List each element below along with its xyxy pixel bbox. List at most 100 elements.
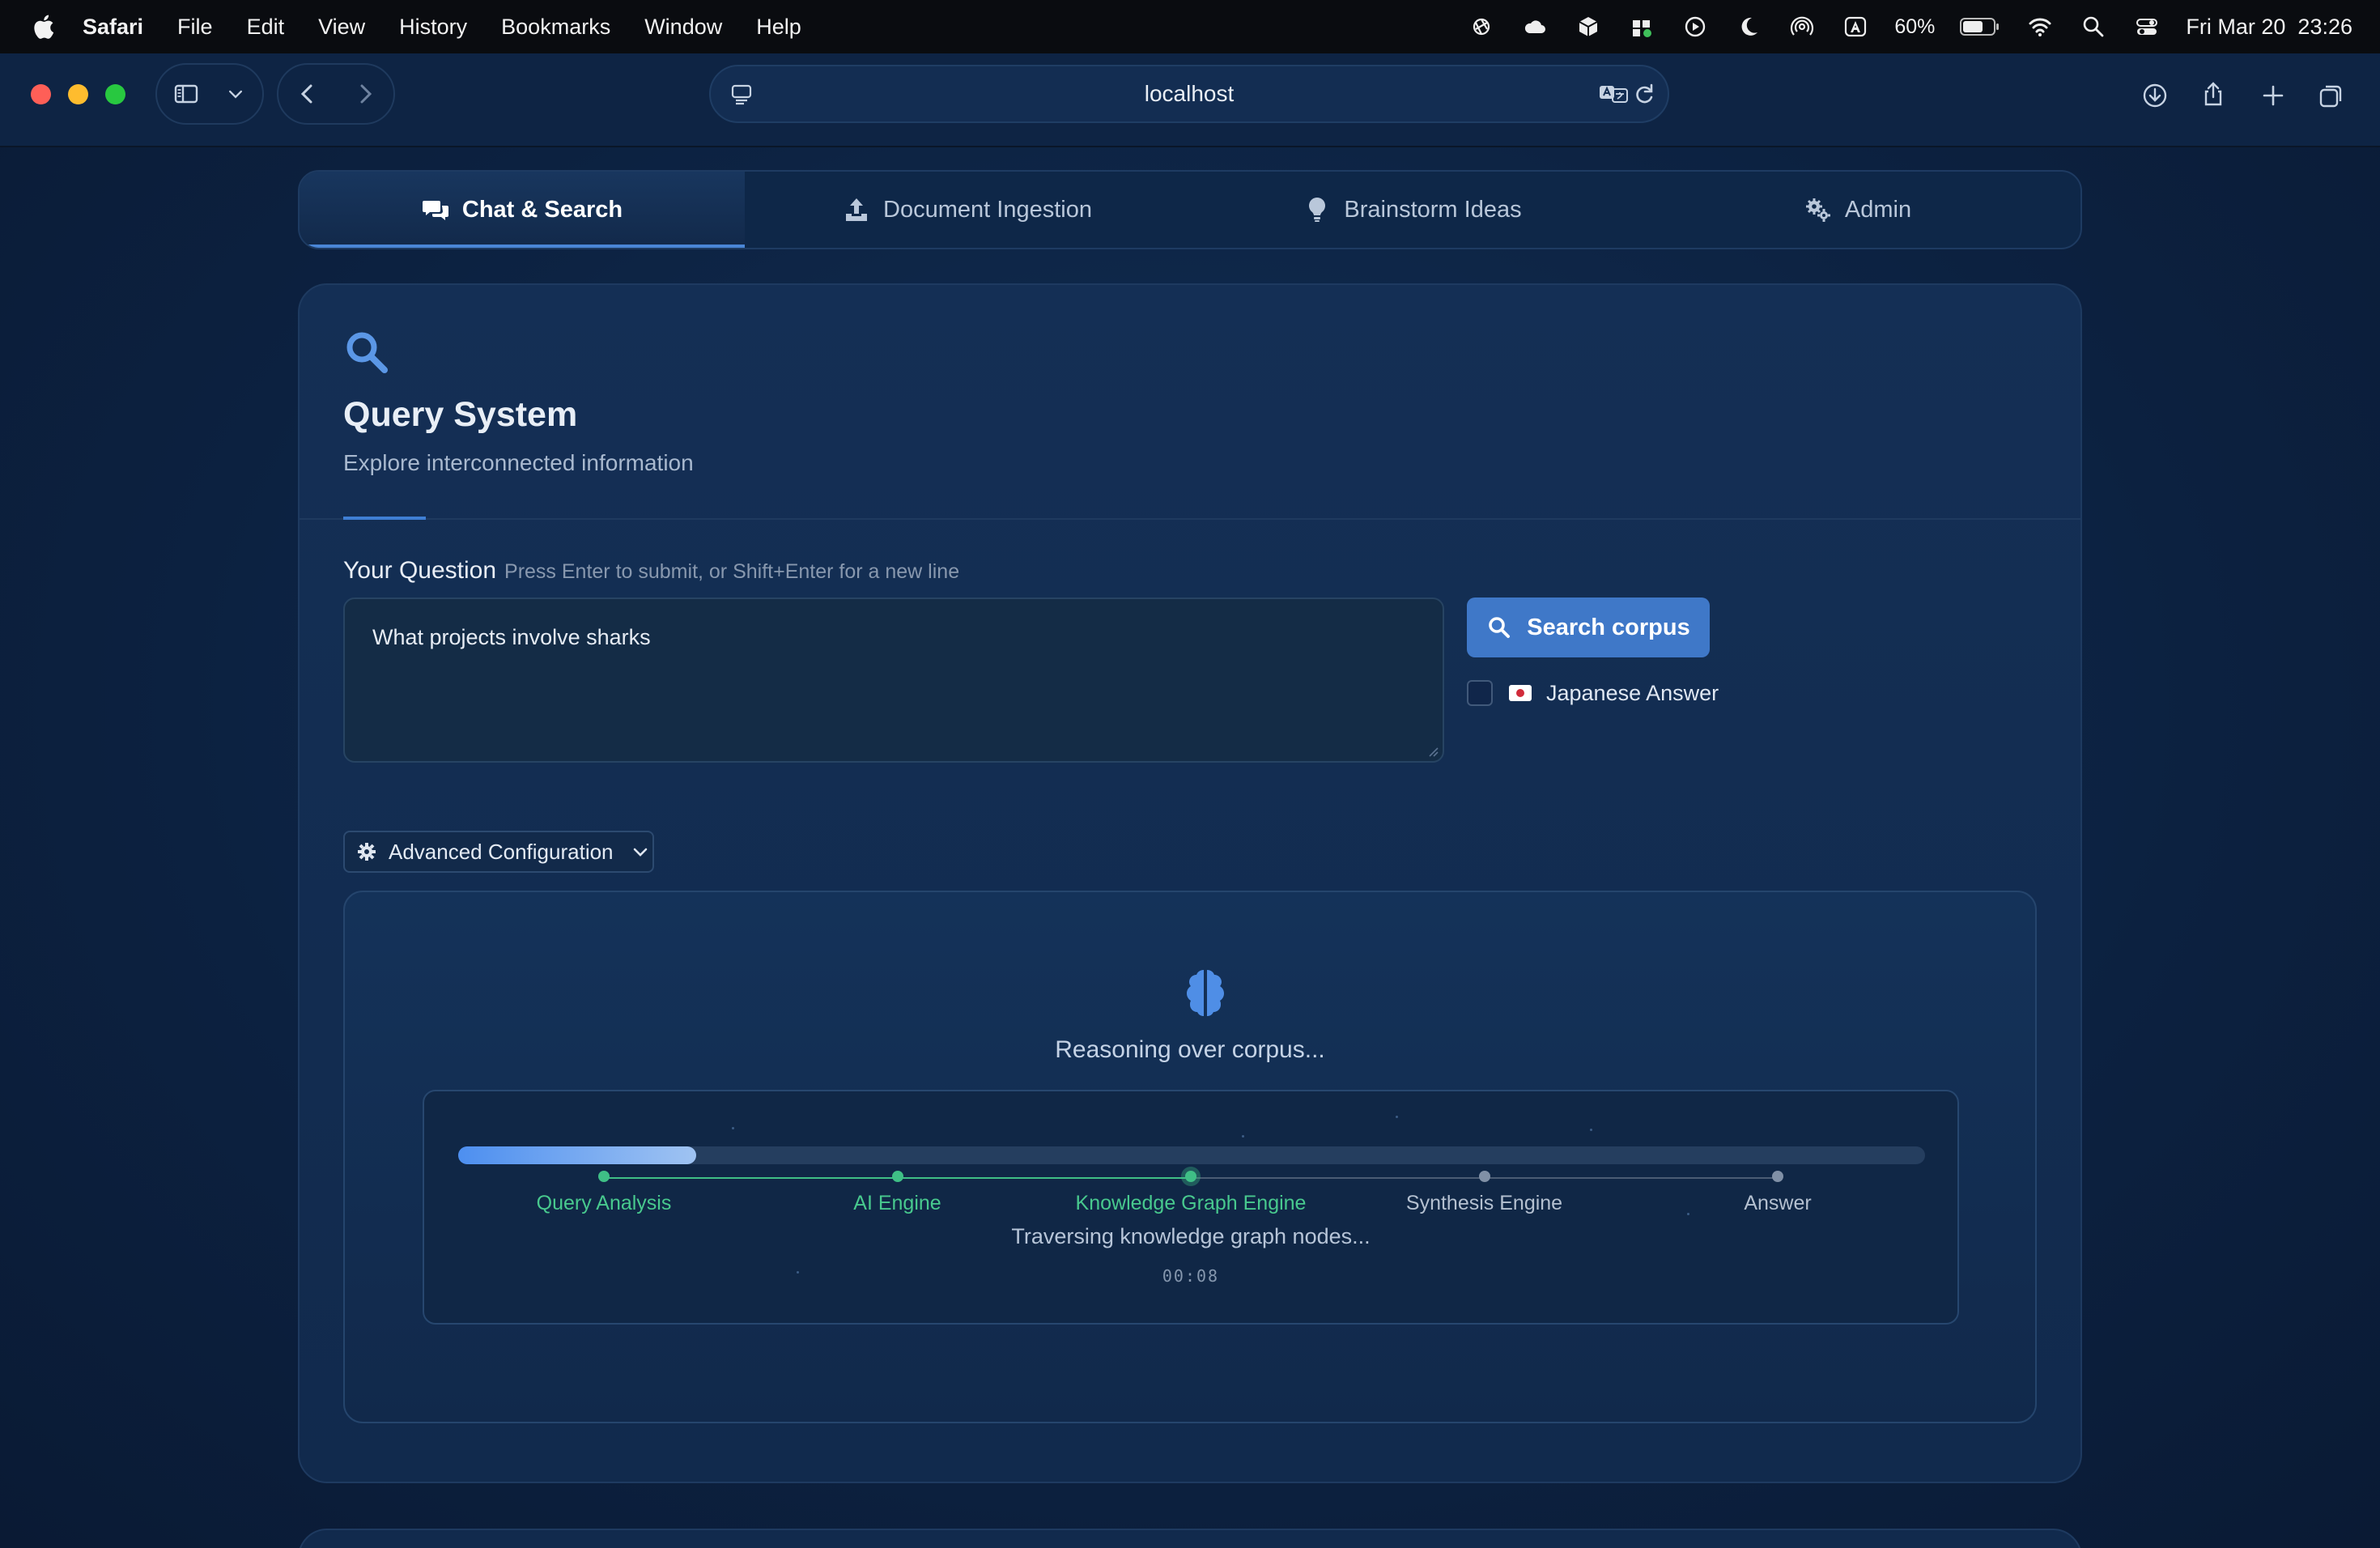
wifi-icon[interactable]: [2025, 12, 2055, 41]
title-underline: [343, 517, 426, 520]
tab-document-ingestion[interactable]: Document Ingestion: [745, 172, 1190, 248]
macos-menu-bar: Safari File Edit View History Bookmarks …: [0, 0, 2380, 53]
reasoning-heading: Reasoning over corpus...: [1055, 1036, 1325, 1063]
cogs-icon: [1805, 198, 1830, 222]
advanced-configuration-toggle[interactable]: Advanced Configuration: [343, 831, 654, 873]
airdrop-icon[interactable]: [1787, 12, 1817, 41]
question-hint: Press Enter to submit, or Shift+Enter fo…: [504, 560, 960, 583]
query-card: Query System Explore interconnected info…: [298, 283, 2082, 1483]
reasoning-panel: Reasoning over corpus... Query Analysis A…: [343, 891, 2037, 1423]
progress-bar: [458, 1146, 1925, 1164]
sidebar-icon[interactable]: [157, 80, 215, 108]
stage-label: Synthesis Engine: [1405, 1192, 1563, 1214]
decorative-dot: [732, 1127, 734, 1129]
pipeline-stage: Query Analysis: [482, 1171, 725, 1215]
menu-history[interactable]: History: [399, 15, 467, 40]
gift-icon[interactable]: [1627, 12, 1656, 41]
japanese-answer-checkbox[interactable]: [1467, 680, 1493, 706]
pipeline-stage: AI Engine: [776, 1171, 1019, 1215]
browser-toolbar: localhost: [0, 53, 2380, 147]
tab-label: Admin: [1844, 196, 1912, 223]
menu-window[interactable]: Window: [644, 15, 722, 40]
progress-bar-fill: [458, 1146, 696, 1164]
translate-icon[interactable]: [1598, 81, 1629, 108]
page-subtitle: Explore interconnected information: [343, 450, 694, 475]
downloads-icon[interactable]: [2137, 78, 2173, 113]
chevron-down-icon[interactable]: [215, 83, 256, 104]
stage-status-dot: [1478, 1171, 1490, 1182]
pipeline-progress: Query Analysis AI Engine Knowledge Graph E…: [423, 1090, 1959, 1325]
menu-bookmarks[interactable]: Bookmarks: [501, 15, 610, 40]
comments-icon: [422, 201, 448, 220]
forward-arrow-icon[interactable]: [336, 80, 393, 108]
play-icon[interactable]: [1681, 12, 1710, 41]
close-window-button[interactable]: [31, 84, 51, 104]
openai-icon[interactable]: [1467, 12, 1496, 41]
menu-edit[interactable]: Edit: [247, 15, 285, 40]
pipeline-stage: Knowledge Graph Engine: [1069, 1171, 1312, 1215]
apple-icon[interactable]: [31, 13, 55, 40]
minimize-window-button[interactable]: [68, 84, 88, 104]
resize-grip-icon[interactable]: [1426, 745, 1439, 758]
pipeline-stage: Synthesis Engine: [1363, 1171, 1606, 1215]
progress-status: Traversing knowledge graph nodes...: [1011, 1224, 1371, 1248]
japanese-answer-label[interactable]: Japanese Answer: [1546, 681, 1719, 706]
keyboard-a-icon[interactable]: [1841, 12, 1870, 41]
tab-label: Document Ingestion: [883, 196, 1092, 223]
question-textarea[interactable]: What projects involve sharks: [343, 598, 1444, 763]
stage-status-dot: [1772, 1171, 1783, 1182]
address-bar[interactable]: localhost: [709, 65, 1669, 123]
pipeline-stage: Answer: [1656, 1171, 1899, 1215]
main-tabs: Chat & Search Document Ingestion Brainst…: [298, 170, 2082, 249]
new-tab-icon[interactable]: [2255, 78, 2291, 113]
battery-percent: 60%: [1894, 15, 1936, 38]
menu-help[interactable]: Help: [756, 15, 801, 40]
menu-clock[interactable]: Fri Mar 20 23:26: [2186, 15, 2352, 40]
question-label-row: Your Question Press Enter to submit, or …: [343, 557, 959, 585]
tab-chat-search[interactable]: Chat & Search: [300, 172, 745, 248]
share-icon[interactable]: [2195, 76, 2231, 112]
navigation-group: [277, 63, 395, 125]
question-label: Your Question: [343, 557, 497, 584]
japanese-answer-option: Japanese Answer: [1467, 680, 1719, 706]
question-text: What projects involve sharks: [372, 625, 651, 649]
box-icon[interactable]: [1574, 12, 1603, 41]
search-corpus-button[interactable]: Search corpus: [1467, 598, 1710, 657]
url-text[interactable]: localhost: [711, 66, 1668, 121]
page-title: Query System: [343, 395, 578, 434]
results-card: [298, 1529, 2082, 1548]
control-center-icon[interactable]: [2132, 12, 2161, 41]
reload-icon[interactable]: [1630, 81, 1658, 108]
tab-admin[interactable]: Admin: [1635, 172, 2080, 248]
menu-view[interactable]: View: [318, 15, 365, 40]
cloud-icon[interactable]: [1520, 12, 1549, 41]
menu-file[interactable]: File: [177, 15, 213, 40]
decorative-dot: [1396, 1116, 1398, 1118]
query-card-header: Query System Explore interconnected info…: [300, 285, 2080, 520]
battery-icon[interactable]: [1959, 12, 2001, 41]
tab-label: Brainstorm Ideas: [1344, 196, 1522, 223]
tab-brainstorm-ideas[interactable]: Brainstorm Ideas: [1190, 172, 1635, 248]
stage-label: Query Analysis: [536, 1192, 672, 1214]
menu-app-name[interactable]: Safari: [83, 15, 143, 40]
tab-overview-icon[interactable]: [2314, 78, 2349, 113]
search-icon: [346, 332, 388, 373]
lightbulb-icon: [1309, 198, 1326, 222]
moon-icon[interactable]: [1734, 12, 1763, 41]
decorative-dot: [1590, 1129, 1592, 1131]
page-content: Chat & Search Document Ingestion Brainst…: [0, 147, 2380, 1548]
search-icon: [1489, 617, 1511, 638]
back-arrow-icon[interactable]: [278, 80, 336, 108]
elapsed-timer: 00:08: [1162, 1266, 1220, 1286]
stage-label: Answer: [1744, 1192, 1812, 1214]
spotlight-search-icon[interactable]: [2079, 12, 2108, 41]
zoom-window-button[interactable]: [105, 84, 125, 104]
brain-icon: [1187, 970, 1224, 1016]
upload-icon: [846, 198, 868, 221]
tab-label: Chat & Search: [461, 196, 623, 223]
advanced-configuration-label: Advanced Configuration: [389, 839, 614, 864]
decorative-dot: [1242, 1135, 1244, 1138]
gear-icon: [358, 843, 376, 861]
sidebar-toggle-group: [155, 63, 264, 125]
stage-status-dot: [1185, 1171, 1196, 1182]
